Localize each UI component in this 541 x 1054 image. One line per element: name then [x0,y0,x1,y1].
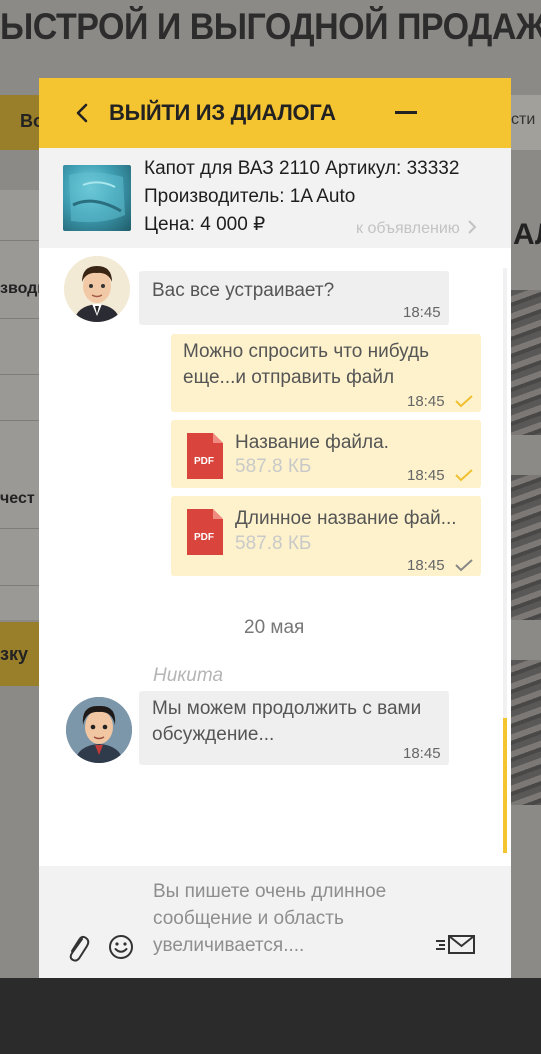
paperclip-icon[interactable] [66,933,90,963]
message-time: 18:45 [407,393,445,410]
exit-dialog-button[interactable]: ВЫЙТИ ИЗ ДИАЛОГА [109,100,336,126]
background-product-image [511,290,541,435]
send-icon[interactable] [435,933,477,957]
date-separator: 20 мая [244,617,305,638]
chevron-right-icon [468,220,477,234]
message-text-line: Мы можем продолжить с вами [152,698,422,719]
background-right-title: АЛ [513,218,541,251]
chat-header: ВЫЙТИ ИЗ ДИАЛОГА [39,78,511,148]
background-divider [0,528,40,529]
background-headline: ЫСТРОЙ И ВЫГОДНОЙ ПРОДАЖ [0,6,541,48]
product-image [69,172,125,223]
message-input[interactable]: Вы пишете очень длинное сообщение и обла… [153,878,386,959]
message-text-line: Можно спросить что нибудь [183,341,430,362]
bottom-bar [0,978,541,1054]
background-divider [0,374,40,375]
product-name: Капот для ВАЗ 2110 Артикул: 33332 [144,158,460,179]
background-divider [0,240,40,241]
message-text-line: еще...и отправить файл [183,367,395,388]
avatar [64,256,130,322]
background-divider [0,420,40,421]
message-text: Вас все устраивает? [152,280,335,301]
minus-icon[interactable] [395,111,417,114]
manager-avatar-image [64,256,130,322]
background-left-button-label: зку [0,644,28,664]
read-check-icon [455,395,473,408]
background-left-panel [0,190,40,620]
read-check-icon [455,469,473,482]
background-divider [0,585,40,586]
background-tab-right: сти [511,95,541,150]
message-text-line: обсуждение... [152,724,275,745]
message-time: 18:45 [407,467,445,484]
pdf-icon[interactable]: PDF [183,507,225,557]
sender-name: Никита [153,665,224,686]
delivered-check-icon [455,559,473,572]
scrollbar-thumb[interactable] [503,718,507,853]
background-left-item: чест [0,490,35,507]
smiley-icon[interactable] [108,934,134,960]
message-input-line: увеличивается.... [153,935,305,956]
file-size: 587.8 КБ [235,533,312,554]
product-thumbnail[interactable] [63,165,131,231]
file-size: 587.8 КБ [235,456,312,477]
background-divider [0,318,40,319]
background-product-image [511,660,541,805]
message-input-line: Вы пишете очень длинное [153,881,387,902]
file-name: Название файла. [235,432,389,453]
pdf-icon[interactable]: PDF [183,431,225,481]
to-ad-link-label: к объявлению [356,220,460,237]
avatar [66,697,132,763]
user-avatar-image [66,697,132,763]
to-ad-link[interactable]: к объявлению [356,220,477,238]
chevron-left-icon[interactable] [75,103,89,123]
product-price: Цена: 4 000 ₽ [144,214,266,235]
pdf-label: PDF [194,532,214,543]
pdf-label: PDF [194,456,214,467]
background-tab-right-label: сти [511,111,536,128]
background-tab-left: Во [0,95,44,150]
file-name: Длинное название фай... [235,508,457,529]
background-left-button: зку [0,622,40,686]
message-time: 18:45 [403,304,441,321]
product-manufacturer: Производитель: 1A Auto [144,186,356,207]
message-time: 18:45 [407,557,445,574]
chat-window: ВЫЙТИ ИЗ ДИАЛОГА Капот для ВАЗ 2110 Арти… [39,78,511,978]
background-product-image [511,475,541,620]
message-input-line: сообщение и область [153,908,344,929]
message-time: 18:45 [403,745,441,762]
